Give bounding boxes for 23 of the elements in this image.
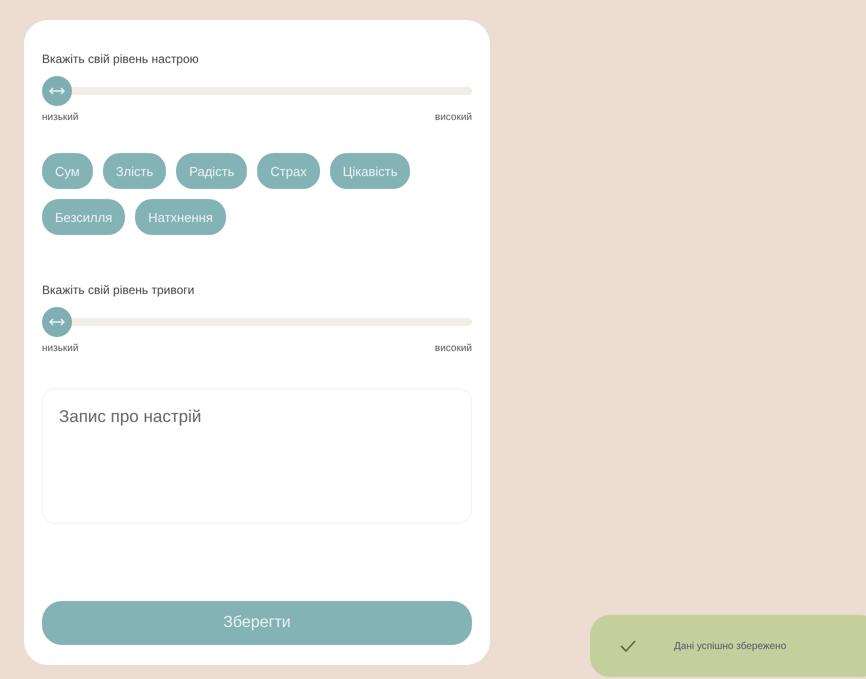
min-label: низький bbox=[42, 343, 78, 354]
slider-thumb[interactable] bbox=[42, 76, 72, 106]
slider-label: Вкажіть свій рівень настрою bbox=[42, 52, 200, 66]
save-button[interactable]: Зберегти bbox=[42, 601, 472, 645]
slider-label: Вкажіть свій рівень тривоги bbox=[42, 283, 196, 297]
min-label: низький bbox=[42, 112, 78, 123]
note-field[interactable]: Запис про настрій bbox=[42, 388, 472, 524]
max-label: високий bbox=[434, 343, 472, 354]
max-label: високий bbox=[434, 112, 472, 123]
emotion-chip[interactable]: Безсилля bbox=[42, 199, 126, 235]
emotion-chip[interactable]: Страх bbox=[257, 153, 320, 189]
range-slider[interactable] bbox=[42, 76, 472, 106]
emotion-chip[interactable]: Сум bbox=[42, 153, 93, 189]
emotion-chip[interactable]: Радість bbox=[176, 153, 248, 189]
emotion-chip[interactable]: Цікавість bbox=[330, 153, 410, 189]
emotion-chip[interactable]: Злість bbox=[102, 153, 166, 189]
range-slider[interactable] bbox=[42, 307, 472, 337]
emotion-chip[interactable]: Натхнення bbox=[135, 199, 226, 235]
check-icon bbox=[620, 640, 636, 652]
double-arrow-icon bbox=[49, 318, 65, 326]
double-arrow-icon bbox=[49, 87, 65, 95]
toast-message: Дані успішно збережено bbox=[674, 640, 786, 652]
slider-thumb[interactable] bbox=[42, 307, 72, 337]
